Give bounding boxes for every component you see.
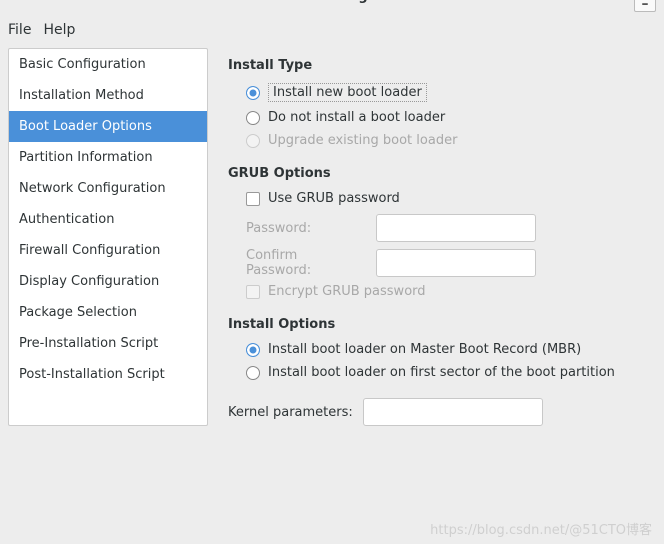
minimize-button[interactable]: –: [634, 0, 656, 12]
sidebar-item-firewall[interactable]: Firewall Configuration: [9, 235, 207, 266]
radio-install-upgrade: [246, 134, 260, 148]
kernel-row: Kernel parameters:: [228, 398, 656, 426]
watermark: https://blog.csdn.net/@51CTO博客: [430, 519, 652, 538]
install-type-new-row[interactable]: Install new boot loader: [246, 83, 656, 102]
sidebar-item-auth[interactable]: Authentication: [9, 204, 207, 235]
password-row: Password:: [246, 214, 656, 242]
install-type-title: Install Type: [228, 58, 656, 73]
confirm-password-input[interactable]: [376, 249, 536, 277]
install-first-label: Install boot loader on first sector of t…: [268, 365, 615, 380]
confirm-password-label: Confirm Password:: [246, 248, 366, 278]
menu-help[interactable]: Help: [43, 22, 75, 38]
checkbox-use-grub-password[interactable]: [246, 192, 260, 206]
sidebar-item-package[interactable]: Package Selection: [9, 297, 207, 328]
radio-install-new[interactable]: [246, 86, 260, 100]
password-input[interactable]: [376, 214, 536, 242]
sidebar-item-network[interactable]: Network Configuration: [9, 173, 207, 204]
content-pane: Install Type Install new boot loader Do …: [228, 48, 656, 426]
install-options-title: Install Options: [228, 317, 656, 332]
kernel-input[interactable]: [363, 398, 543, 426]
install-first-row[interactable]: Install boot loader on first sector of t…: [246, 365, 656, 380]
checkbox-encrypt-grub: [246, 285, 260, 299]
sidebar-item-install-method[interactable]: Installation Method: [9, 80, 207, 111]
use-grub-password-row[interactable]: Use GRUB password: [246, 191, 656, 206]
menu-file[interactable]: File: [8, 22, 31, 38]
install-none-label: Do not install a boot loader: [268, 110, 445, 125]
confirm-password-row: Confirm Password:: [246, 248, 656, 278]
kernel-label: Kernel parameters:: [228, 405, 353, 420]
install-mbr-label: Install boot loader on Master Boot Recor…: [268, 342, 581, 357]
use-grub-password-label: Use GRUB password: [268, 191, 400, 206]
encrypt-grub-label: Encrypt GRUB password: [268, 284, 426, 299]
sidebar: Basic Configuration Installation Method …: [8, 48, 208, 426]
radio-install-first[interactable]: [246, 366, 260, 380]
password-label: Password:: [246, 221, 366, 236]
sidebar-item-partition[interactable]: Partition Information: [9, 142, 207, 173]
window-title: Kickstart Configurator: [250, 0, 413, 4]
sidebar-item-basic[interactable]: Basic Configuration: [9, 49, 207, 80]
encrypt-grub-row: Encrypt GRUB password: [246, 284, 656, 299]
sidebar-item-display[interactable]: Display Configuration: [9, 266, 207, 297]
titlebar: Kickstart Configurator –: [0, 0, 664, 14]
install-type-upgrade-row: Upgrade existing boot loader: [246, 133, 656, 148]
sidebar-item-boot-loader[interactable]: Boot Loader Options: [9, 111, 207, 142]
install-mbr-row[interactable]: Install boot loader on Master Boot Recor…: [246, 342, 656, 357]
menubar: File Help: [0, 14, 664, 48]
install-type-none-row[interactable]: Do not install a boot loader: [246, 110, 656, 125]
grub-options-title: GRUB Options: [228, 166, 656, 181]
radio-install-mbr[interactable]: [246, 343, 260, 357]
sidebar-item-postinstall[interactable]: Post-Installation Script: [9, 359, 207, 390]
install-new-label: Install new boot loader: [268, 83, 427, 102]
sidebar-item-preinstall[interactable]: Pre-Installation Script: [9, 328, 207, 359]
install-upgrade-label: Upgrade existing boot loader: [268, 133, 457, 148]
radio-install-none[interactable]: [246, 111, 260, 125]
